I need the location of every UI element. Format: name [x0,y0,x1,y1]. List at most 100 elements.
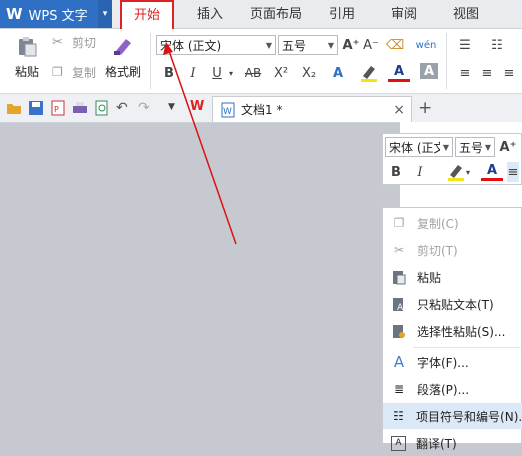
underline-button[interactable]: U [208,63,226,83]
copy-button[interactable]: ❐ 复制 [52,63,96,81]
clear-format-icon[interactable]: ⌫ [386,35,404,55]
document-tab[interactable]: W 文档1 * × [212,96,412,122]
menu-item-paste-text-only[interactable]: A 只粘贴文本(T) [383,291,522,317]
translate-icon: A [391,435,406,451]
numbered-list-icon[interactable]: ☷ [484,35,510,55]
svg-text:A: A [397,303,404,312]
copy-icon: ❐ [393,216,405,230]
menu-item-bullets-numbering[interactable]: ☷ 项目符号和编号(N)... [383,403,522,429]
bullet-list-icon[interactable]: ☰ [452,35,478,55]
mini-highlight-button[interactable]: ▾ [441,162,475,182]
menu-item-paste[interactable]: 粘贴 [383,264,522,290]
italic-button[interactable]: I [184,63,202,83]
scissors-icon: ✂ [393,243,405,257]
highlight-color-button[interactable] [356,63,382,83]
mini-font-color-button[interactable]: A [481,162,503,181]
print-icon[interactable] [72,100,88,116]
char-shading-icon[interactable]: A [420,63,438,79]
font-color-button[interactable]: A [388,63,410,82]
mini-toolbar: 宋体 (正文 ▼ 五号 ▼ A⁺ B I ▾ A ≡ [382,133,522,185]
chevron-down-icon: ▼ [327,40,335,50]
redo-icon[interactable]: ↷ [138,100,154,116]
mini-font-name-select[interactable]: 宋体 (正文 ▼ [385,137,453,157]
pinyin-guide-button[interactable]: wén [414,35,438,55]
mini-font-name-value: 宋体 (正文 [389,140,440,155]
paste-icon [391,269,407,285]
highlighter-icon [447,165,464,181]
menu-item-paste-special[interactable]: 选择性粘贴(S)... [383,318,522,344]
paste-label: 粘贴 [14,65,39,79]
print-preview-icon[interactable] [94,100,110,116]
font-icon: A [393,353,405,371]
superscript-button[interactable]: X² [270,63,292,83]
export-pdf-icon[interactable]: P [50,100,66,116]
mini-bullets-icon[interactable]: ≡ [507,162,519,182]
copy-label: 复制 [72,65,97,80]
close-tab-icon[interactable]: × [393,102,405,118]
format-painter-button[interactable]: 格式刷 [103,35,143,80]
menu-separator [413,347,522,348]
copy-icon: ❐ [52,65,63,79]
title-tab-bar: W WPS 文字 ▾ 开始 插入 页面布局 引用 审阅 视图 [0,0,522,29]
wps-docer-icon[interactable]: W [190,99,206,115]
save-icon[interactable] [28,100,44,116]
menu-item-copy[interactable]: ❐ 复制(C) [383,210,522,236]
text-effect-icon[interactable]: A [328,63,348,83]
scissors-icon: ✂ [52,34,63,50]
menu-item-translate[interactable]: A 翻译(T) [383,430,522,456]
cut-button[interactable]: ✂ 剪切 [52,33,96,51]
shrink-font-button[interactable]: A⁻ [362,35,380,55]
new-tab-icon[interactable]: + [418,98,432,118]
tab-page-layout[interactable]: 页面布局 [242,0,310,28]
menu-item-font[interactable]: A 字体(F)... [383,349,522,375]
open-folder-icon[interactable] [6,100,22,116]
underline-dropdown-icon[interactable]: ▾ [226,63,236,83]
align-center-icon[interactable]: ≡ [478,63,496,83]
menu-item-label: 只粘贴文本(T) [417,297,494,312]
subscript-button[interactable]: X₂ [298,63,320,83]
font-size-select[interactable]: 五号 ▼ [278,35,338,55]
tab-review[interactable]: 审阅 [380,0,428,28]
brush-icon [114,39,131,55]
paragraph-icon: ≣ [393,382,405,396]
app-menu-arrow-icon[interactable]: ▾ [98,0,112,28]
mini-grow-font-button[interactable]: A⁺ [499,137,517,157]
svg-text:P: P [54,105,59,114]
grow-font-button[interactable]: A⁺ [342,35,360,55]
tab-view[interactable]: 视图 [442,0,490,28]
highlighter-icon [361,66,377,82]
context-menu: ❐ 复制(C) ✂ 剪切(T) 粘贴 A 只粘贴文本(T) 选择性粘贴(S)... A… [382,207,522,451]
quick-access-bar: P ↶ ↷ ▼ W W 文档1 * × + [0,94,522,123]
tab-insert[interactable]: 插入 [184,0,236,28]
app-name: WPS 文字 [28,8,88,24]
mini-bold-button[interactable]: B [387,162,405,182]
paste-text-icon: A [391,296,407,312]
ribbon-separator [446,33,447,89]
bold-button[interactable]: B [160,63,178,83]
menu-item-label: 翻译(T) [416,436,457,451]
strikethrough-button[interactable]: AB [240,63,266,83]
chevron-down-icon: ▼ [442,142,450,152]
chevron-down-icon: ▼ [484,142,492,152]
tab-home[interactable]: 开始 [120,0,174,29]
font-name-value: 宋体 (正文) [160,38,222,53]
chevron-down-icon: ▾ [465,167,470,177]
undo-icon[interactable]: ↶ [116,100,132,116]
paste-button[interactable]: 粘贴 [8,35,46,80]
align-right-icon[interactable]: ≡ [500,63,518,83]
mini-font-size-select[interactable]: 五号 ▼ [455,137,495,157]
menu-item-paragraph[interactable]: ≣ 段落(P)... [383,376,522,402]
mini-italic-button[interactable]: I [411,162,429,182]
wps-app-menu[interactable]: W WPS 文字 ▾ [0,0,112,28]
mini-font-size-value: 五号 [459,140,482,155]
menu-item-cut[interactable]: ✂ 剪切(T) [383,237,522,263]
menu-item-label: 项目符号和编号(N)... [416,409,522,424]
bullets-icon: ☷ [393,409,404,423]
menu-item-label: 选择性粘贴(S)... [417,324,506,339]
font-name-select[interactable]: 宋体 (正文) ▼ [156,35,276,55]
tab-references[interactable]: 引用 [318,0,366,28]
align-left-icon[interactable]: ≡ [456,63,474,83]
paste-special-icon [391,323,407,339]
menu-item-label: 字体(F)... [417,355,469,370]
customize-toolbar-icon[interactable]: ▼ [168,102,184,118]
